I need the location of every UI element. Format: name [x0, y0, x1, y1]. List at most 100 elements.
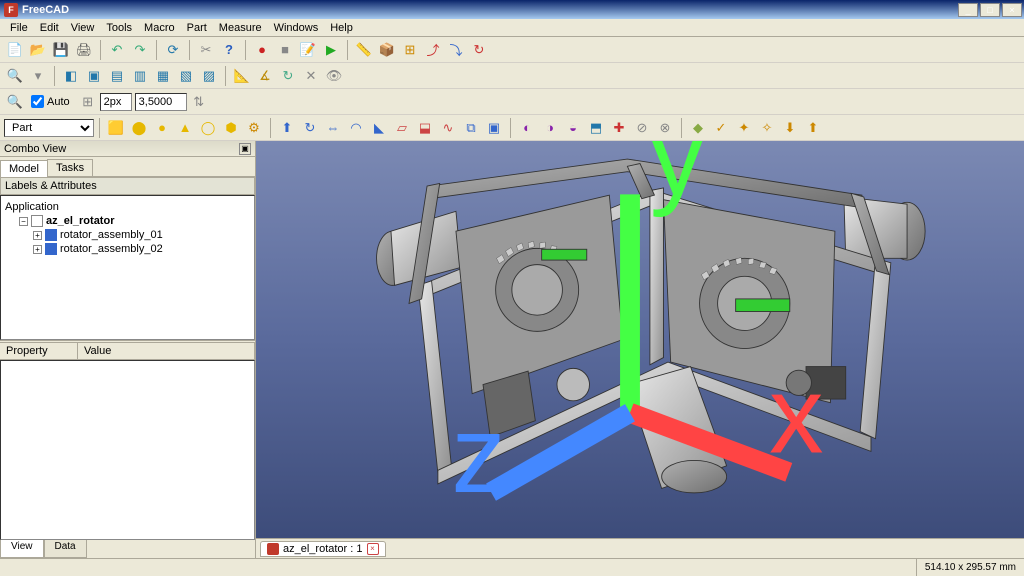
view-left-icon[interactable]: ▨ — [198, 65, 220, 87]
tab-data[interactable]: Data — [44, 540, 87, 558]
minimize-button[interactable]: _ — [958, 3, 978, 17]
part-cone-icon[interactable]: ▲ — [174, 117, 196, 139]
macro-edit-icon[interactable]: 📝 — [297, 39, 319, 61]
part-cylinder-icon[interactable]: ⬤ — [128, 117, 150, 139]
view-iso-icon[interactable]: ◧ — [60, 65, 82, 87]
auto-checkbox[interactable] — [31, 95, 44, 108]
compound-icon[interactable]: ⬒ — [585, 117, 607, 139]
export-icon[interactable]: ⬆ — [802, 117, 824, 139]
refresh-icon[interactable]: ⟳ — [162, 39, 184, 61]
undo-icon[interactable]: ↶ — [106, 39, 128, 61]
measure-refresh-icon[interactable]: ↻ — [277, 65, 299, 87]
whatsthis-icon[interactable]: ? — [218, 39, 240, 61]
3d-view[interactable]: y x z — [256, 141, 1024, 538]
measure-distance-icon[interactable]: 📏 — [353, 39, 375, 61]
zoom-fit-icon[interactable]: 🔍 — [4, 65, 26, 87]
ruled-icon[interactable]: ▱ — [391, 117, 413, 139]
snap-px-input[interactable] — [100, 93, 132, 111]
macro-stop-icon[interactable]: ■ — [274, 39, 296, 61]
tree-item[interactable]: + rotator_assembly_01 — [5, 228, 250, 242]
property-body[interactable] — [0, 360, 255, 540]
drawstyle-icon[interactable]: ▾ — [27, 65, 49, 87]
property-col[interactable]: Property — [0, 343, 78, 359]
snap-grid-icon[interactable]: ⊞ — [77, 91, 99, 113]
value-col[interactable]: Value — [78, 343, 255, 359]
maximize-button[interactable]: □ — [980, 3, 1000, 17]
extrude-icon[interactable]: ⬆ — [276, 117, 298, 139]
close-tab-icon[interactable]: × — [367, 543, 379, 555]
part-torus-icon[interactable]: ◯ — [197, 117, 219, 139]
section-icon[interactable]: ⊘ — [631, 117, 653, 139]
snap-num-input[interactable] — [135, 93, 187, 111]
tree-root[interactable]: Application — [5, 200, 250, 214]
expand-icon[interactable]: − — [19, 217, 28, 226]
new-file-icon[interactable]: 📄 — [4, 39, 26, 61]
sweep-icon[interactable]: ∿ — [437, 117, 459, 139]
menu-part[interactable]: Part — [181, 21, 213, 35]
print-icon[interactable]: 🖨 — [73, 39, 95, 61]
offset-icon[interactable]: ⧉ — [460, 117, 482, 139]
cut-icon[interactable]: ✂ — [195, 39, 217, 61]
defeature-icon[interactable]: ✧ — [756, 117, 778, 139]
cross-icon[interactable]: ✚ — [608, 117, 630, 139]
tab-view[interactable]: View — [0, 540, 44, 558]
menu-macro[interactable]: Macro — [138, 21, 181, 35]
axis-icon-1[interactable]: ⤴ — [422, 39, 444, 61]
macro-play-icon[interactable]: ▶ — [320, 39, 342, 61]
xyz-icon[interactable]: ⊞ — [399, 39, 421, 61]
close-button[interactable]: × — [1002, 3, 1022, 17]
check-geom-icon[interactable]: ✓ — [710, 117, 732, 139]
refine-icon[interactable]: ✦ — [733, 117, 755, 139]
tab-model[interactable]: Model — [0, 160, 48, 177]
part-sphere-icon[interactable]: ● — [151, 117, 173, 139]
boolean-cut-icon[interactable]: ◐ — [516, 117, 538, 139]
panel-undock-icon[interactable]: ▣ — [239, 143, 251, 155]
part-primitives-icon[interactable]: ⬢ — [220, 117, 242, 139]
save-file-icon[interactable]: 💾 — [50, 39, 72, 61]
chamfer-icon[interactable]: ◣ — [368, 117, 390, 139]
make-face-icon[interactable]: ◆ — [687, 117, 709, 139]
workbench-select[interactable]: Part — [4, 119, 94, 137]
zoom-icon[interactable]: 🔍 — [4, 91, 26, 113]
macro-record-icon[interactable]: ● — [251, 39, 273, 61]
tree-document[interactable]: − az_el_rotator — [5, 214, 250, 228]
model-tree[interactable]: Application − az_el_rotator + rotator_as… — [0, 195, 255, 340]
measure-toggle-icon[interactable]: 👁 — [323, 65, 345, 87]
measure-clear-icon[interactable]: ✕ — [300, 65, 322, 87]
measure-linear-icon[interactable]: 📐 — [231, 65, 253, 87]
measure-angular-icon[interactable]: ∡ — [254, 65, 276, 87]
expand-icon[interactable]: + — [33, 231, 42, 240]
view-rear-icon[interactable]: ▦ — [152, 65, 174, 87]
menu-file[interactable]: File — [4, 21, 34, 35]
view-bottom-icon[interactable]: ▧ — [175, 65, 197, 87]
open-file-icon[interactable]: 📂 — [27, 39, 49, 61]
mirror-icon[interactable]: ⇔ — [322, 117, 344, 139]
menu-measure[interactable]: Measure — [213, 21, 268, 35]
axis-icon-2[interactable]: ⤵ — [445, 39, 467, 61]
tree-item[interactable]: + rotator_assembly_02 — [5, 242, 250, 256]
menu-view[interactable]: View — [65, 21, 101, 35]
redo-icon[interactable]: ↷ — [129, 39, 151, 61]
tab-tasks[interactable]: Tasks — [47, 159, 93, 176]
cross-section-icon[interactable]: ⊗ — [654, 117, 676, 139]
thickness-icon[interactable]: ▣ — [483, 117, 505, 139]
view-right-icon[interactable]: ▥ — [129, 65, 151, 87]
navigation-axis-icon[interactable]: y x z — [256, 141, 1014, 512]
sync-icon[interactable]: ↻ — [468, 39, 490, 61]
boolean-union-icon[interactable]: ◑ — [539, 117, 561, 139]
view-top-icon[interactable]: ▤ — [106, 65, 128, 87]
parts-library-icon[interactable]: 📦 — [376, 39, 398, 61]
snap-stepper-icon[interactable]: ⇅ — [188, 91, 210, 113]
fillet-icon[interactable]: ◠ — [345, 117, 367, 139]
revolve-icon[interactable]: ↻ — [299, 117, 321, 139]
view-front-icon[interactable]: ▣ — [83, 65, 105, 87]
import-icon[interactable]: ⬇ — [779, 117, 801, 139]
part-builder-icon[interactable]: ⚙ — [243, 117, 265, 139]
part-box-icon[interactable]: 🟨 — [105, 117, 127, 139]
expand-icon[interactable]: + — [33, 245, 42, 254]
menu-tools[interactable]: Tools — [100, 21, 138, 35]
boolean-intersect-icon[interactable]: ◒ — [562, 117, 584, 139]
menu-edit[interactable]: Edit — [34, 21, 65, 35]
menu-help[interactable]: Help — [324, 21, 359, 35]
document-tab[interactable]: az_el_rotator : 1 × — [260, 541, 386, 557]
